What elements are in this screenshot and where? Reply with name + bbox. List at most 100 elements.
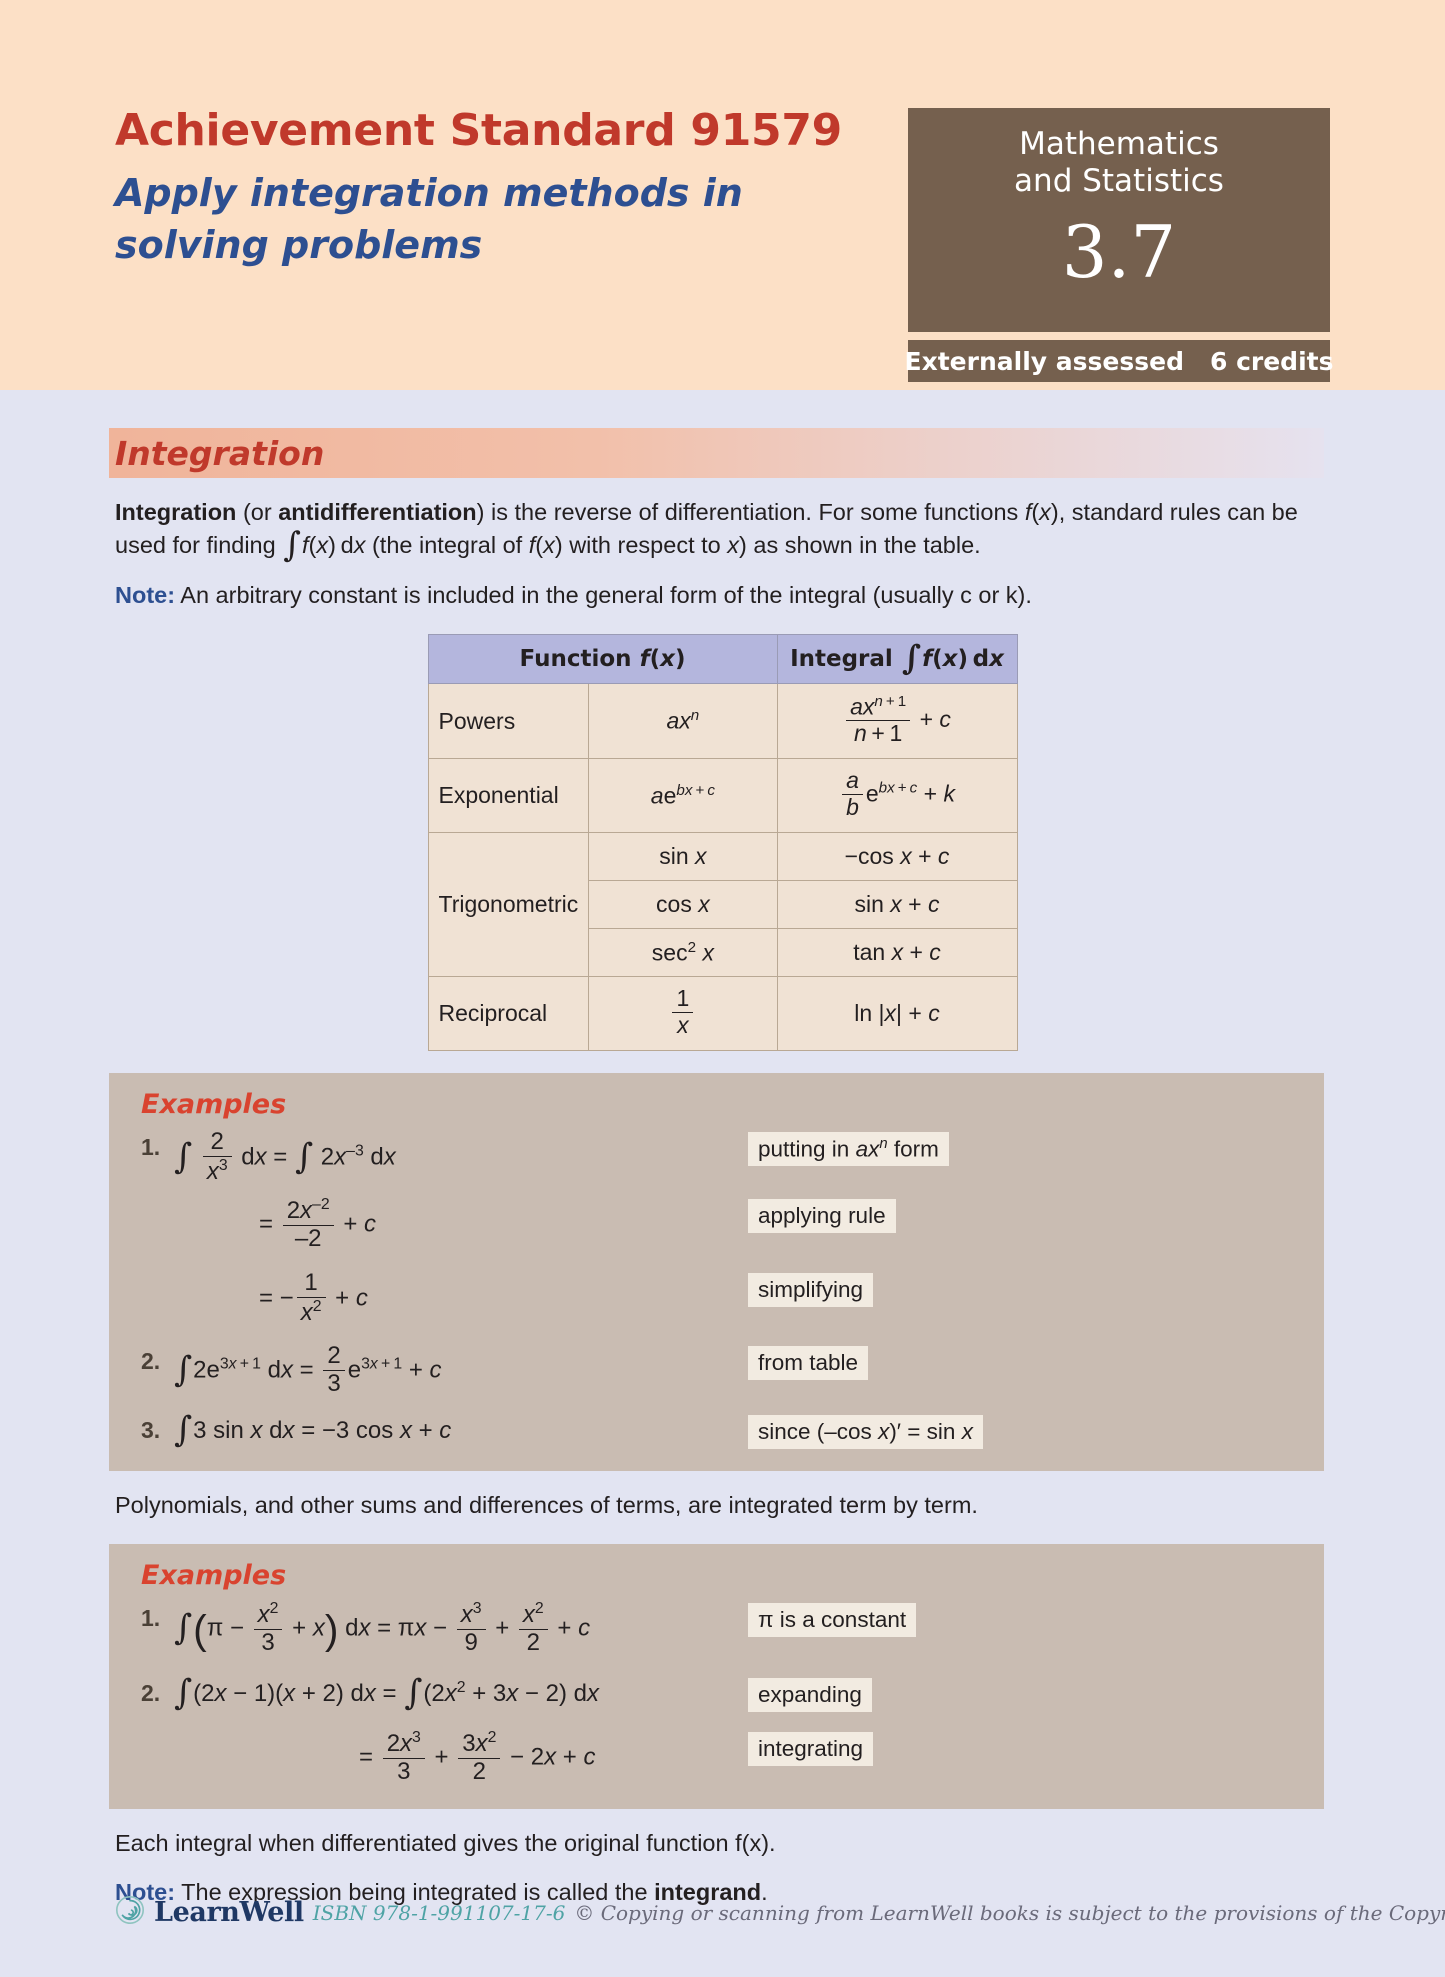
rule-function-exponential: aebx + c (588, 758, 778, 833)
examples-title-1: Examples (141, 1088, 287, 1120)
example-number: 2. (141, 1348, 161, 1375)
page-body: Integration Integration (or antidifferen… (0, 428, 1445, 1909)
example-annotation: applying rule (748, 1198, 896, 1233)
rule-integral-exponential: a b ebx + c + k (776, 758, 1018, 833)
example-row: = 2x3 3 + 3x2 2 − 2x + c integrating (133, 1728, 1300, 1787)
intro-term-antidifferentiation: antidifferentiation (278, 499, 477, 525)
intro-note: Note: An arbitrary constant is included … (115, 579, 1330, 612)
standard-level-number: 3.7 (1061, 210, 1177, 295)
rule-category-powers: Powers (427, 683, 590, 760)
example-equation: = 2x3 3 + 3x2 2 − 2x + c (359, 1729, 596, 1785)
rule-function-sec2: sec2 x (588, 927, 778, 978)
table-row: Exponential aebx + c a b ebx + c + k (427, 758, 1018, 833)
example-row: 2. ∫2e3x + 1 dx = 2 3 e3x + 1 + c from tab… (133, 1342, 1300, 1399)
assessment-credits-bar: Externally assessed 6 credits (904, 340, 1333, 382)
example-annotation: simplifying (748, 1273, 874, 1308)
integration-rules-table: Function f(x) Integral ∫f(x) dx Powers a… (427, 634, 1018, 1051)
subject-line-2: and Statistics (1014, 163, 1224, 200)
intro-fn-f-1: f (1024, 499, 1032, 525)
example-row: = −1 x2 + c simplifying (133, 1269, 1300, 1328)
achievement-standard-subtitle: Apply integration methods in solving pro… (115, 171, 743, 267)
example-row: 2. ∫(2x − 1)(x + 2) dx = ∫(2x2 + 3x − 2)… (133, 1674, 1300, 1712)
example-annotation: from table (748, 1346, 869, 1381)
page-footer: LearnWell ISBN 978-1-991107-17-6 © Copyi… (115, 1895, 1445, 1930)
example-number (133, 1728, 173, 1734)
assessment-type-label: Externally assessed (904, 346, 1184, 376)
rule-function-powers: axn (588, 683, 778, 760)
example-equation: = −1 x2 + c (259, 1269, 368, 1327)
integral-sign-icon: ∫ (174, 1349, 193, 1390)
rule-category-exponential: Exponential (427, 758, 590, 833)
examples-box-2: Examples 1. ∫(π − x2 3 + x) dx = πx − x3 9… (109, 1544, 1324, 1809)
intro-text-d: ) is the reverse of differentiation. For… (476, 499, 1025, 525)
table-row: Trigonometric sin x −cos x + c (427, 831, 1018, 978)
integral-sign-icon: ∫ (901, 638, 922, 678)
rule-function-sin: sin x (588, 831, 778, 881)
example-row: 3. ∫3 sin x dx = −3 cos x + c since (–co… (133, 1411, 1300, 1449)
intro-term-integration: Integration (115, 499, 237, 525)
example-equation: ∫(2x − 1)(x + 2) dx = ∫(2x2 + 3x − 2) dx (174, 1673, 599, 1713)
learnwell-brand-name: LearnWell (154, 1897, 304, 1928)
rule-integral-powers: axn + 1 n + 1 + c (776, 683, 1018, 760)
table-header-row: Function f(x) Integral ∫f(x) dx (427, 634, 1018, 685)
example-number: 3. (141, 1416, 161, 1443)
table-row: Reciprocal 1x ln |x| + c (427, 976, 1018, 1051)
column-header-function: Function f(x) (427, 634, 778, 685)
rule-category-trigonometric: Trigonometric (427, 831, 590, 978)
credits-label: 6 credits (1209, 346, 1334, 376)
intro-fn-f-2: f (301, 532, 309, 559)
rule-integral-sin: −cos x + c (776, 831, 1018, 881)
note-text-1: An arbitrary constant is included in the… (175, 581, 1032, 608)
achievement-standard-title: Achievement Standard 91579 (115, 105, 842, 156)
intro-text-b: (or (236, 499, 279, 525)
rule-function-reciprocal: 1x (588, 976, 778, 1051)
integration-rules-table-wrap: Function f(x) Integral ∫f(x) dx Powers a… (427, 634, 1018, 1051)
rule-function-cos: cos x (588, 879, 778, 929)
example-annotation: since (–cos x)′ = sin x (748, 1414, 983, 1449)
example-number (133, 1269, 173, 1275)
integral-sign-icon: ∫ (174, 1136, 193, 1177)
rule-category-reciprocal: Reciprocal (427, 976, 590, 1051)
page-header: Achievement Standard 91579 Apply integra… (0, 0, 1445, 390)
example-equation: ∫2e3x + 1 dx = 2 3 e3x + 1 + c (174, 1342, 442, 1398)
intro-fn-f-3: f (528, 532, 536, 559)
examples-title-2: Examples (141, 1560, 287, 1592)
example-annotation: putting in axn form (748, 1131, 949, 1167)
header-title-block: Achievement Standard 91579 Apply integra… (115, 105, 905, 272)
example-number (133, 1195, 173, 1201)
example-number: 2. (141, 1680, 161, 1706)
example-annotation: π is a constant (748, 1603, 917, 1638)
subject-level-badge: Mathematics and Statistics 3.7 (908, 108, 1330, 332)
example-number: 1. (141, 1605, 161, 1632)
integral-sign-icon: ∫ (283, 525, 301, 566)
integral-sign-icon: ∫ (404, 1673, 423, 1713)
integral-sign-icon: ∫ (174, 1673, 193, 1713)
copyright-text: © Copying or scanning from LearnWell boo… (574, 1900, 1445, 1925)
examples-box-1: Examples 1. ∫ 2 x3 dx = ∫ 2x–3 dx putting… (109, 1072, 1324, 1471)
rule-integral-reciprocal: ln |x| + c (776, 976, 1018, 1051)
example-annotation: integrating (748, 1732, 874, 1766)
integral-sign-icon: ∫ (174, 1607, 193, 1648)
rule-integral-cos: sin x + c (776, 879, 1018, 929)
example-equation: = 2x–2 –2 + c (259, 1195, 377, 1252)
isbn-text: ISBN 978-1-991107-17-6 (312, 1900, 566, 1925)
polynomials-note: Polynomials, and other sums and differen… (115, 1491, 978, 1518)
subject-line-1: Mathematics (1019, 126, 1219, 162)
learnwell-spiral-logo-icon (115, 1895, 145, 1930)
intro-paragraph: Integration (or antidifferentiation) is … (115, 499, 1298, 566)
example-row: 1. ∫ 2 x3 dx = ∫ 2x–3 dx putting in axn f… (133, 1128, 1300, 1187)
subject-name: Mathematics and Statistics (908, 108, 1330, 200)
outro-paragraph: Each integral when differentiated gives … (115, 1829, 776, 1856)
example-equation: ∫(π − x2 3 + x) dx = πx − x3 9 + x2 2 + c (174, 1600, 591, 1657)
example-row: 1. ∫(π − x2 3 + x) dx = πx − x3 9 + x2 2 + … (133, 1599, 1300, 1658)
example-number: 1. (141, 1133, 161, 1160)
integral-sign-icon: ∫ (174, 1409, 193, 1450)
example-row: = 2x–2 –2 + c applying rule (133, 1195, 1300, 1254)
table-row: Powers axn axn + 1 n + 1 + c (427, 683, 1018, 760)
column-header-integral: Integral ∫f(x) dx (776, 634, 1018, 685)
section-heading-integration: Integration (109, 428, 1324, 478)
rule-integral-sec2: tan x + c (776, 927, 1018, 978)
example-annotation: expanding (748, 1678, 872, 1712)
example-equation: ∫ 2 x3 dx = ∫ 2x–3 dx (174, 1127, 396, 1185)
example-equation: ∫3 sin x dx = −3 cos x + c (174, 1409, 452, 1450)
